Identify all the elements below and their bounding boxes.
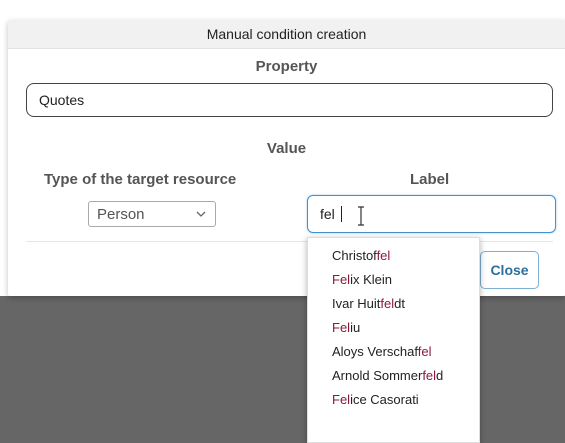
suggestion-text: Christof [332, 248, 377, 263]
suggestion-match: fel [422, 368, 437, 383]
suggestion-text: Arnold Sommer [332, 368, 423, 383]
label-field[interactable] [307, 195, 556, 233]
label-heading: Label [410, 171, 450, 188]
dialog-title: Manual condition creation [206, 26, 367, 42]
suggestion-text: iu [350, 320, 361, 335]
suggestion-text: ice Casorati [350, 392, 419, 407]
suggestion-item[interactable]: Feliu [332, 316, 360, 340]
suggestion-match: Fel [332, 272, 351, 287]
modal-backdrop [0, 296, 565, 443]
type-heading: Type of the target resource [44, 171, 237, 188]
suggestion-item[interactable]: Aloys Verschaffel [332, 340, 432, 364]
suggestion-match: fel [380, 296, 395, 311]
target-type-value: Person [97, 205, 145, 223]
target-type-select[interactable]: Person [88, 201, 216, 227]
suggestion-text: Aloys Verschaf [332, 344, 418, 359]
property-input[interactable] [26, 83, 553, 117]
suggestion-item[interactable]: Felice Casorati [332, 388, 419, 412]
close-button[interactable]: Close [480, 251, 539, 289]
suggestion-text: d [436, 368, 444, 383]
dialog-header: Manual condition creation [8, 20, 565, 49]
property-heading: Property [255, 58, 318, 75]
suggestion-match: fel [376, 248, 391, 263]
suggestion-match: Fel [332, 392, 351, 407]
suggestion-text: ix Klein [350, 272, 392, 287]
chevron-down-icon [196, 211, 206, 217]
text-caret [341, 206, 342, 222]
value-heading: Value [266, 140, 307, 157]
suggestion-item[interactable]: Felix Klein [332, 268, 392, 292]
autocomplete-list: Christoffel Felix Klein Ivar Huitfeldt Feli… [307, 237, 480, 443]
suggestion-item[interactable]: Christoffel [332, 244, 390, 268]
suggestion-match: fel [417, 344, 432, 359]
suggestion-text: Ivar Huit [332, 296, 381, 311]
suggestion-match: Fel [332, 320, 351, 335]
suggestion-text: dt [394, 296, 405, 311]
suggestion-item[interactable]: Arnold Sommerfeld [332, 364, 443, 388]
condition-dialog: Manual condition creation Property Value… [8, 20, 565, 296]
suggestion-item[interactable]: Ivar Huitfeldt [332, 292, 405, 316]
text-cursor-icon [358, 206, 364, 226]
label-input[interactable] [320, 196, 540, 232]
